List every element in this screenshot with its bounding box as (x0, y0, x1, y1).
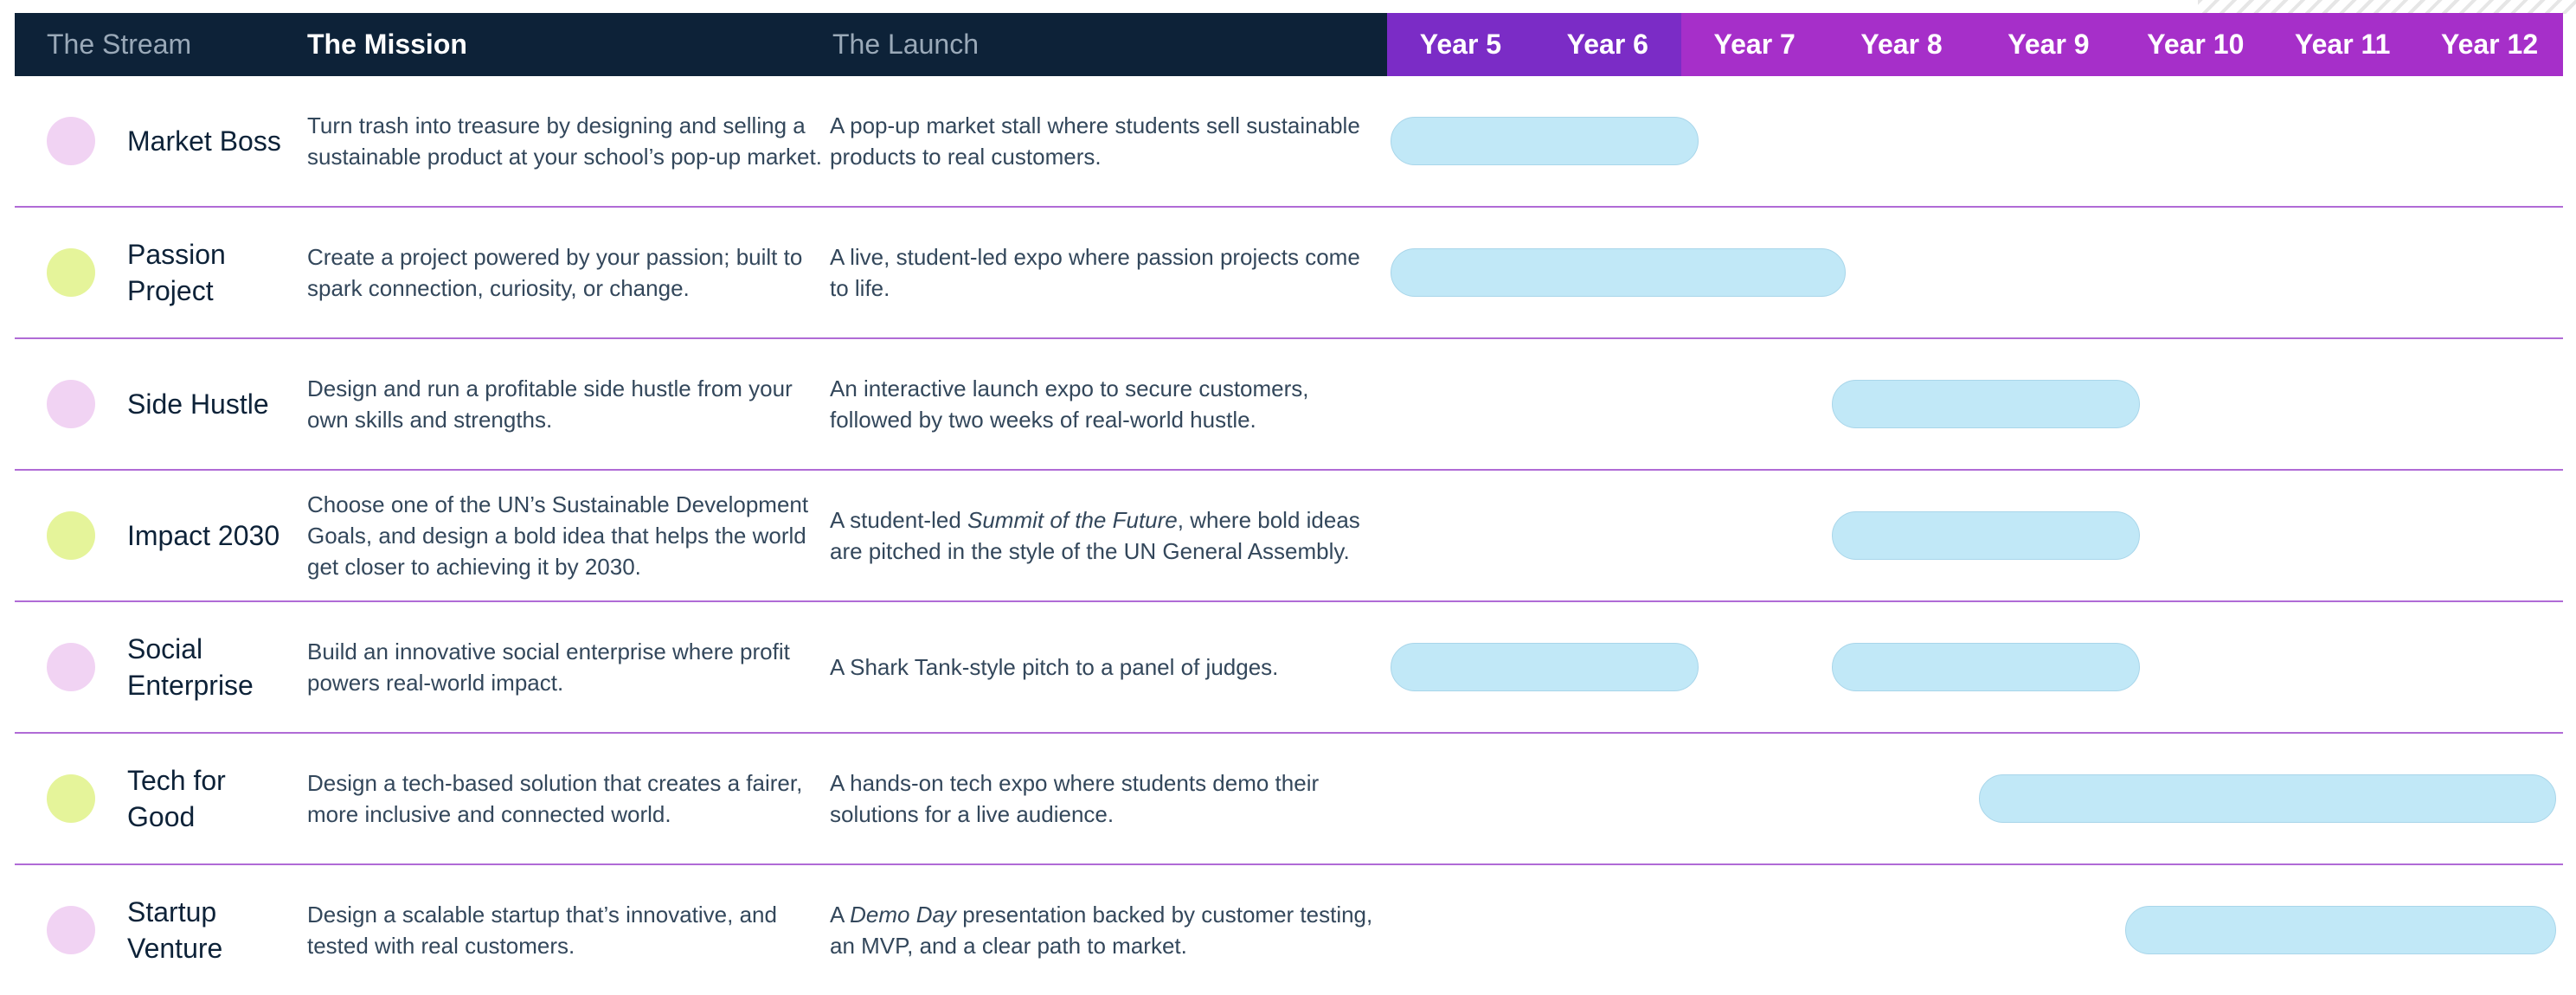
stream-row: Passion Project Create a project powered … (15, 208, 2563, 339)
stream-name: Side Hustle (127, 388, 269, 420)
launch-text-pre: A student-led (830, 507, 967, 533)
launch-text-emphasis: Summit of the Future (967, 507, 1178, 533)
stream-dot-icon (47, 643, 95, 691)
timeline-bar (1391, 248, 1846, 297)
stream-launch: A pop-up market stall where students sel… (830, 112, 1360, 170)
stream-mission: Turn trash into treasure by designing an… (307, 112, 822, 170)
launch-text: A student-led Summit of the Future, wher… (830, 504, 1384, 567)
year-header-5: Year 5 (1387, 13, 1534, 76)
stream-row: Social Enterprise Build an innovative soc… (15, 602, 2563, 734)
header-mission: The Mission (307, 29, 467, 60)
header-launch: The Launch (832, 29, 980, 60)
stream-dot-icon (47, 380, 95, 428)
stream-mission: Choose one of the UN’s Sustainable Devel… (307, 491, 809, 580)
year-header-11: Year 11 (2269, 13, 2417, 76)
header-stream: The Stream (47, 29, 192, 60)
timeline-bar (1831, 511, 2140, 560)
stream-launch: A Demo Day presentation backed by custom… (830, 865, 1384, 995)
timeline-bar (2125, 906, 2556, 954)
stream-launch: A live, student-led expo where passion p… (830, 244, 1360, 301)
stream-mission: Design and run a profitable side hustle … (307, 376, 793, 433)
year-header-6: Year 6 (1533, 13, 1681, 76)
timeline-bar (1831, 380, 2140, 428)
stream-name: Social Enterprise (127, 633, 254, 701)
stream-mission: Design a tech-based solution that create… (307, 770, 803, 827)
stream-dot-icon (47, 774, 95, 823)
stream-launch: A Shark Tank-style pitch to a panel of j… (830, 654, 1279, 680)
stream-row: Side Hustle Design and run a profitable s… (15, 339, 2563, 471)
timeline-bar (1391, 117, 1699, 165)
stream-launch: A hands-on tech expo where students demo… (830, 770, 1320, 827)
timeline-bar (1391, 643, 1699, 691)
stream-table: Market Boss Turn trash into treasure by d… (15, 76, 2563, 995)
stream-dot-icon (47, 248, 95, 297)
timeline-bar (1831, 643, 2140, 691)
timeline-bar (1978, 774, 2556, 823)
stream-row: Tech for Good Design a tech-based solutio… (15, 734, 2563, 865)
stream-row: Market Boss Turn trash into treasure by d… (15, 76, 2563, 208)
launch-text: A Demo Day presentation backed by custom… (830, 899, 1384, 961)
year-header-9: Year 9 (1975, 13, 2123, 76)
year-header-8: Year 8 (1828, 13, 1975, 76)
stream-row: Startup Venture Design a scalable startup… (15, 865, 2563, 995)
year-columns: Year 5 Year 6 Year 7 Year 8 Year 9 Year 10 Yea… (1387, 13, 2563, 76)
stream-launch: A student-led Summit of the Future, wher… (830, 471, 1384, 600)
stream-row: Impact 2030 Choose one of the UN’s Sustai… (15, 471, 2563, 602)
launch-text-emphasis: Demo Day (850, 902, 956, 928)
year-header-10: Year 10 (2122, 13, 2270, 76)
stream-name: Passion Project (127, 239, 226, 306)
stream-dot-icon (47, 117, 95, 165)
stream-launch: An interactive launch expo to secure cus… (830, 376, 1309, 433)
stream-name: Impact 2030 (127, 520, 280, 551)
stream-mission: Create a project powered by your passion… (307, 244, 803, 301)
year-header-12: Year 12 (2416, 13, 2563, 76)
launch-text-pre: A (830, 902, 851, 928)
header-dark-section: The Stream The Mission The Launch (15, 13, 1387, 76)
year-header-7: Year 7 (1680, 13, 1828, 76)
stream-dot-icon (47, 906, 95, 954)
stream-mission: Design a scalable startup that’s innovat… (307, 902, 777, 959)
stream-name: Market Boss (127, 125, 281, 157)
stream-dot-icon (47, 511, 95, 560)
stream-name: Tech for Good (127, 765, 226, 832)
stream-name: Startup Venture (127, 896, 223, 964)
table-header: The Stream The Mission The Launch Year 5… (15, 13, 2563, 76)
stream-mission: Build an innovative social enterprise wh… (307, 639, 790, 696)
decorative-stripes (2198, 0, 2576, 14)
